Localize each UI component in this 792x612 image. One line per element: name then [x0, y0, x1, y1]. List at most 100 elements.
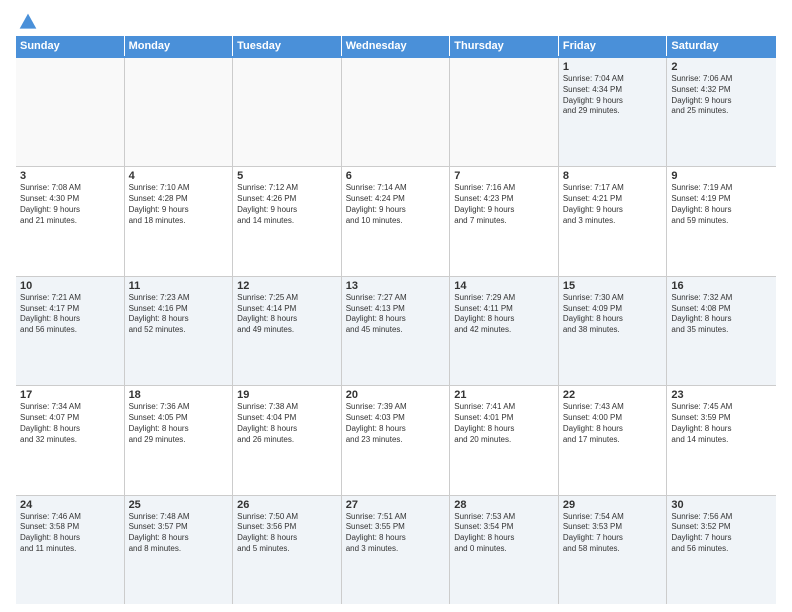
logo-text [16, 12, 38, 32]
cell-details: Sunrise: 7:04 AM Sunset: 4:34 PM Dayligh… [563, 74, 663, 117]
calendar-row: 10Sunrise: 7:21 AM Sunset: 4:17 PM Dayli… [16, 277, 776, 386]
cell-details: Sunrise: 7:17 AM Sunset: 4:21 PM Dayligh… [563, 183, 663, 226]
cell-details: Sunrise: 7:48 AM Sunset: 3:57 PM Dayligh… [129, 512, 229, 555]
day-number: 29 [563, 499, 663, 511]
day-number: 10 [20, 280, 120, 292]
header-cell-friday: Friday [559, 36, 668, 56]
cell-details: Sunrise: 7:32 AM Sunset: 4:08 PM Dayligh… [671, 293, 772, 336]
calendar-day-18: 18Sunrise: 7:36 AM Sunset: 4:05 PM Dayli… [125, 386, 234, 494]
day-number: 6 [346, 170, 446, 182]
calendar-day-4: 4Sunrise: 7:10 AM Sunset: 4:28 PM Daylig… [125, 167, 234, 275]
day-number: 11 [129, 280, 229, 292]
day-number: 3 [20, 170, 120, 182]
logo-icon [18, 12, 38, 32]
cell-details: Sunrise: 7:51 AM Sunset: 3:55 PM Dayligh… [346, 512, 446, 555]
calendar-day-29: 29Sunrise: 7:54 AM Sunset: 3:53 PM Dayli… [559, 496, 668, 604]
calendar-day-13: 13Sunrise: 7:27 AM Sunset: 4:13 PM Dayli… [342, 277, 451, 385]
calendar-day-23: 23Sunrise: 7:45 AM Sunset: 3:59 PM Dayli… [667, 386, 776, 494]
calendar-day-6: 6Sunrise: 7:14 AM Sunset: 4:24 PM Daylig… [342, 167, 451, 275]
calendar-day-19: 19Sunrise: 7:38 AM Sunset: 4:04 PM Dayli… [233, 386, 342, 494]
day-number: 5 [237, 170, 337, 182]
logo [16, 12, 38, 30]
cell-details: Sunrise: 7:16 AM Sunset: 4:23 PM Dayligh… [454, 183, 554, 226]
cell-details: Sunrise: 7:39 AM Sunset: 4:03 PM Dayligh… [346, 402, 446, 445]
calendar-day-10: 10Sunrise: 7:21 AM Sunset: 4:17 PM Dayli… [16, 277, 125, 385]
header-cell-saturday: Saturday [667, 36, 776, 56]
calendar-empty-cell [125, 58, 234, 166]
cell-details: Sunrise: 7:10 AM Sunset: 4:28 PM Dayligh… [129, 183, 229, 226]
cell-details: Sunrise: 7:41 AM Sunset: 4:01 PM Dayligh… [454, 402, 554, 445]
header-cell-tuesday: Tuesday [233, 36, 342, 56]
day-number: 26 [237, 499, 337, 511]
calendar-day-2: 2Sunrise: 7:06 AM Sunset: 4:32 PM Daylig… [667, 58, 776, 166]
cell-details: Sunrise: 7:19 AM Sunset: 4:19 PM Dayligh… [671, 183, 772, 226]
day-number: 20 [346, 389, 446, 401]
calendar-day-22: 22Sunrise: 7:43 AM Sunset: 4:00 PM Dayli… [559, 386, 668, 494]
cell-details: Sunrise: 7:06 AM Sunset: 4:32 PM Dayligh… [671, 74, 772, 117]
day-number: 1 [563, 61, 663, 73]
header-cell-sunday: Sunday [16, 36, 125, 56]
calendar-day-25: 25Sunrise: 7:48 AM Sunset: 3:57 PM Dayli… [125, 496, 234, 604]
cell-details: Sunrise: 7:08 AM Sunset: 4:30 PM Dayligh… [20, 183, 120, 226]
calendar-day-5: 5Sunrise: 7:12 AM Sunset: 4:26 PM Daylig… [233, 167, 342, 275]
day-number: 21 [454, 389, 554, 401]
day-number: 16 [671, 280, 772, 292]
calendar-empty-cell [233, 58, 342, 166]
header-cell-wednesday: Wednesday [342, 36, 451, 56]
cell-details: Sunrise: 7:25 AM Sunset: 4:14 PM Dayligh… [237, 293, 337, 336]
cell-details: Sunrise: 7:29 AM Sunset: 4:11 PM Dayligh… [454, 293, 554, 336]
calendar-day-11: 11Sunrise: 7:23 AM Sunset: 4:16 PM Dayli… [125, 277, 234, 385]
day-number: 9 [671, 170, 772, 182]
day-number: 27 [346, 499, 446, 511]
calendar-header: SundayMondayTuesdayWednesdayThursdayFrid… [16, 36, 776, 56]
calendar-day-8: 8Sunrise: 7:17 AM Sunset: 4:21 PM Daylig… [559, 167, 668, 275]
cell-details: Sunrise: 7:34 AM Sunset: 4:07 PM Dayligh… [20, 402, 120, 445]
calendar-day-27: 27Sunrise: 7:51 AM Sunset: 3:55 PM Dayli… [342, 496, 451, 604]
day-number: 18 [129, 389, 229, 401]
day-number: 4 [129, 170, 229, 182]
day-number: 23 [671, 389, 772, 401]
day-number: 15 [563, 280, 663, 292]
cell-details: Sunrise: 7:38 AM Sunset: 4:04 PM Dayligh… [237, 402, 337, 445]
calendar-day-28: 28Sunrise: 7:53 AM Sunset: 3:54 PM Dayli… [450, 496, 559, 604]
day-number: 14 [454, 280, 554, 292]
calendar-day-26: 26Sunrise: 7:50 AM Sunset: 3:56 PM Dayli… [233, 496, 342, 604]
cell-details: Sunrise: 7:46 AM Sunset: 3:58 PM Dayligh… [20, 512, 120, 555]
calendar-day-7: 7Sunrise: 7:16 AM Sunset: 4:23 PM Daylig… [450, 167, 559, 275]
cell-details: Sunrise: 7:43 AM Sunset: 4:00 PM Dayligh… [563, 402, 663, 445]
cell-details: Sunrise: 7:14 AM Sunset: 4:24 PM Dayligh… [346, 183, 446, 226]
calendar-day-15: 15Sunrise: 7:30 AM Sunset: 4:09 PM Dayli… [559, 277, 668, 385]
calendar-day-12: 12Sunrise: 7:25 AM Sunset: 4:14 PM Dayli… [233, 277, 342, 385]
cell-details: Sunrise: 7:50 AM Sunset: 3:56 PM Dayligh… [237, 512, 337, 555]
calendar-empty-cell [342, 58, 451, 166]
cell-details: Sunrise: 7:27 AM Sunset: 4:13 PM Dayligh… [346, 293, 446, 336]
header [16, 12, 776, 30]
calendar-day-30: 30Sunrise: 7:56 AM Sunset: 3:52 PM Dayli… [667, 496, 776, 604]
day-number: 19 [237, 389, 337, 401]
day-number: 8 [563, 170, 663, 182]
cell-details: Sunrise: 7:36 AM Sunset: 4:05 PM Dayligh… [129, 402, 229, 445]
calendar-day-16: 16Sunrise: 7:32 AM Sunset: 4:08 PM Dayli… [667, 277, 776, 385]
calendar-day-9: 9Sunrise: 7:19 AM Sunset: 4:19 PM Daylig… [667, 167, 776, 275]
day-number: 28 [454, 499, 554, 511]
day-number: 25 [129, 499, 229, 511]
calendar: SundayMondayTuesdayWednesdayThursdayFrid… [16, 36, 776, 604]
calendar-row: 17Sunrise: 7:34 AM Sunset: 4:07 PM Dayli… [16, 386, 776, 495]
cell-details: Sunrise: 7:30 AM Sunset: 4:09 PM Dayligh… [563, 293, 663, 336]
calendar-day-14: 14Sunrise: 7:29 AM Sunset: 4:11 PM Dayli… [450, 277, 559, 385]
calendar-day-21: 21Sunrise: 7:41 AM Sunset: 4:01 PM Dayli… [450, 386, 559, 494]
day-number: 2 [671, 61, 772, 73]
cell-details: Sunrise: 7:23 AM Sunset: 4:16 PM Dayligh… [129, 293, 229, 336]
header-cell-monday: Monday [125, 36, 234, 56]
header-cell-thursday: Thursday [450, 36, 559, 56]
cell-details: Sunrise: 7:21 AM Sunset: 4:17 PM Dayligh… [20, 293, 120, 336]
cell-details: Sunrise: 7:53 AM Sunset: 3:54 PM Dayligh… [454, 512, 554, 555]
cell-details: Sunrise: 7:45 AM Sunset: 3:59 PM Dayligh… [671, 402, 772, 445]
day-number: 13 [346, 280, 446, 292]
cell-details: Sunrise: 7:54 AM Sunset: 3:53 PM Dayligh… [563, 512, 663, 555]
day-number: 12 [237, 280, 337, 292]
calendar-day-24: 24Sunrise: 7:46 AM Sunset: 3:58 PM Dayli… [16, 496, 125, 604]
day-number: 17 [20, 389, 120, 401]
calendar-day-3: 3Sunrise: 7:08 AM Sunset: 4:30 PM Daylig… [16, 167, 125, 275]
day-number: 30 [671, 499, 772, 511]
